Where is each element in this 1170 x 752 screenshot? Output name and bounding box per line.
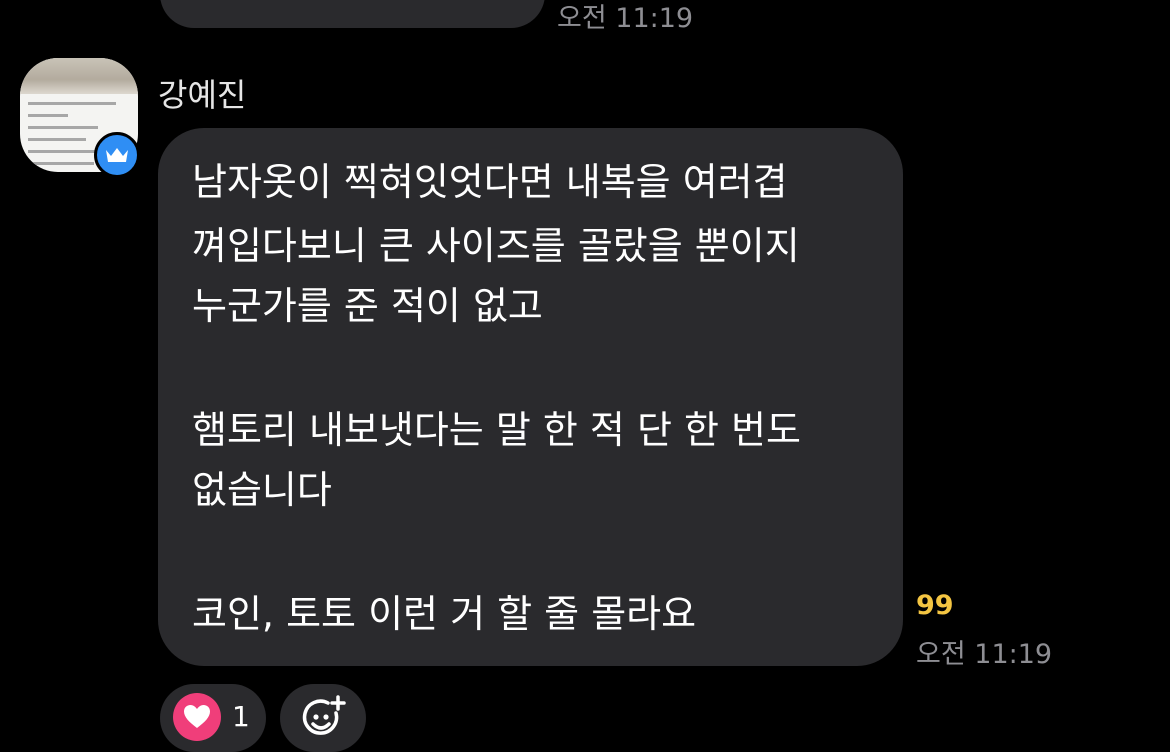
avatar-text-line bbox=[28, 126, 98, 129]
sender-name[interactable]: 강예진 bbox=[158, 70, 246, 116]
smiley-plus-icon bbox=[302, 695, 346, 735]
heart-reaction-count: 1 bbox=[232, 700, 250, 733]
previous-message-time: 오전 11:19 bbox=[557, 3, 694, 34]
message-line: 껴입다보니 큰 사이즈를 골랐을 뿐이지 bbox=[192, 224, 800, 268]
previous-message-bubble[interactable] bbox=[160, 0, 545, 28]
crown-icon bbox=[94, 132, 140, 178]
message-line: 누군가를 준 적이 없고 bbox=[192, 284, 543, 328]
unread-count: 99 bbox=[916, 590, 954, 621]
message-bubble[interactable] bbox=[158, 128, 903, 666]
message-line: 없습니다 bbox=[192, 468, 332, 512]
add-reaction-button[interactable] bbox=[280, 684, 366, 752]
avatar-photo bbox=[20, 58, 138, 94]
avatar-text-line bbox=[28, 114, 68, 117]
avatar-text-line bbox=[28, 162, 94, 165]
message-line: 햄토리 내보냇다는 말 한 적 단 한 번도 bbox=[192, 408, 801, 452]
avatar-text-line bbox=[28, 102, 116, 105]
message-time: 오전 11:19 bbox=[916, 639, 1053, 670]
heart-icon bbox=[173, 693, 221, 741]
message-line: 남자옷이 찍혀잇엇다면 내복을 여러겹 bbox=[192, 160, 788, 204]
avatar-text-line bbox=[28, 138, 86, 141]
message-line: 코인, 토토 이런 거 할 줄 몰라요 bbox=[192, 592, 697, 636]
